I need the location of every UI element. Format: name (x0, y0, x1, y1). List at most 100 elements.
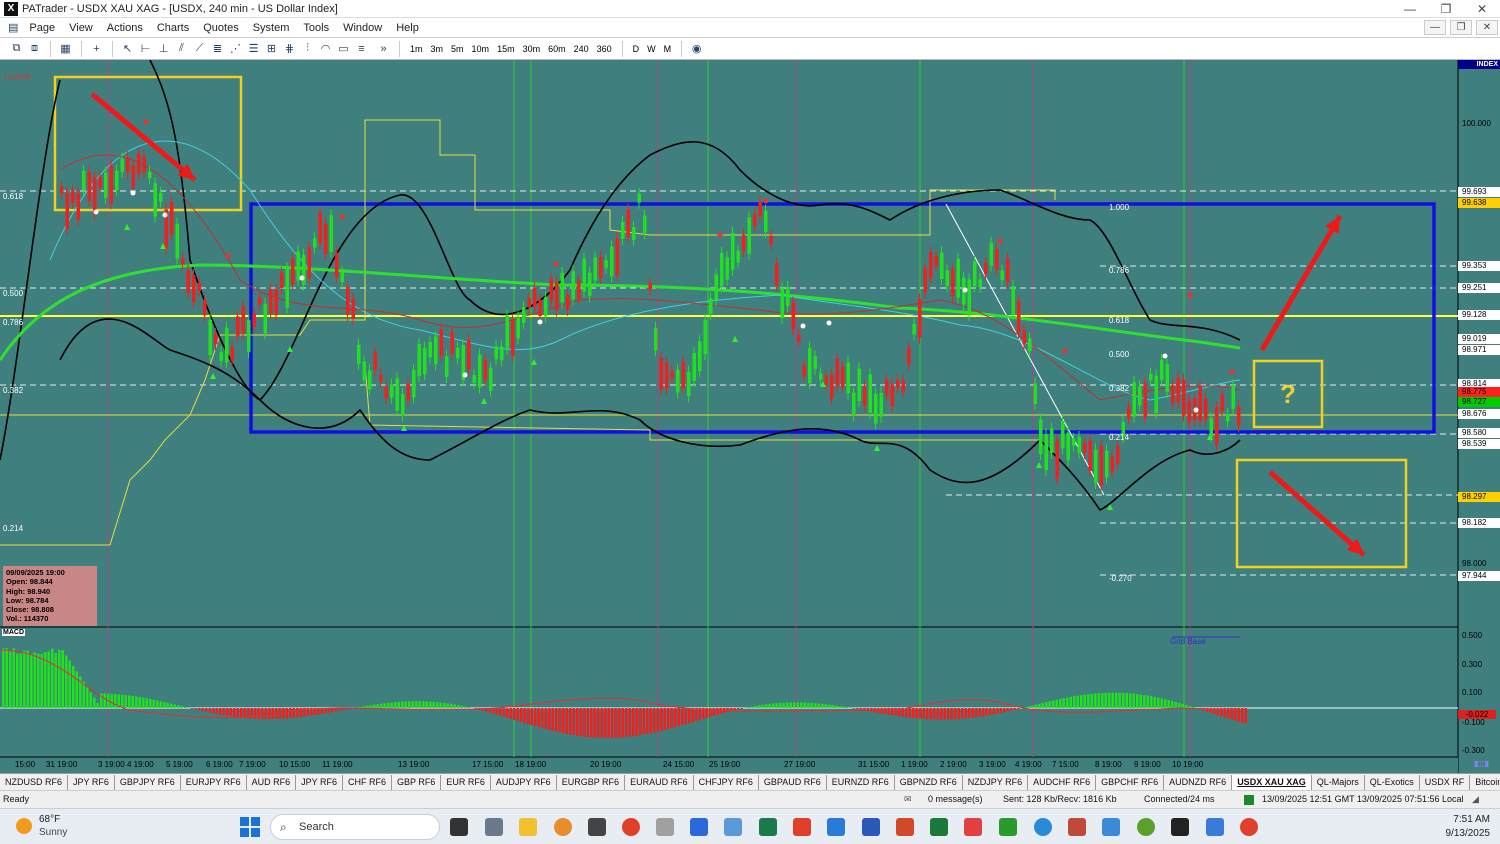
symbol-tab[interactable]: QL-Exotics (1365, 774, 1420, 790)
snipping-tool-icon[interactable] (656, 818, 674, 836)
file-explorer-icon[interactable] (519, 818, 537, 836)
symbol-tab[interactable]: USDX XAU XAG (1232, 774, 1312, 790)
fib-levels-icon[interactable]: ☰ (245, 41, 262, 57)
crosshair-icon[interactable]: + (88, 41, 105, 57)
grid-icon[interactable]: ⋕ (281, 41, 298, 57)
task-view-icon[interactable] (450, 818, 468, 836)
symbol-tab[interactable]: JPY RF6 (296, 774, 343, 790)
symbol-tab[interactable]: NZDJPY RF6 (963, 774, 1029, 790)
app-icon-s-red[interactable] (793, 818, 811, 836)
app-icon-orange[interactable] (554, 818, 572, 836)
symbol-tab[interactable]: EURGBP RF6 (557, 774, 626, 790)
symbol-tab[interactable]: USDX RF (1420, 774, 1471, 790)
rectangle-icon[interactable]: ▭ (335, 41, 352, 57)
symbol-tab[interactable]: Bitcoin (1470, 775, 1500, 790)
chrome-icon-2[interactable] (1240, 818, 1258, 836)
symbol-tab[interactable]: NZDUSD RF6 (0, 774, 69, 790)
app-icon-grid[interactable] (1102, 818, 1120, 836)
tf-15m[interactable]: 15m (493, 41, 519, 57)
close-button[interactable]: ✕ (1464, 0, 1500, 18)
notepad-icon[interactable] (690, 818, 708, 836)
fib-fan-icon[interactable]: ⋰ (227, 41, 244, 57)
price-chart[interactable]: INDEX Locked 99.693 99.638 99.353 99.251 99.… (0, 60, 1500, 773)
vertical-line-icon[interactable]: ⊥ (155, 41, 172, 57)
scroll-arrows-icon[interactable]: ◧◨ (1474, 759, 1498, 769)
tf-10m[interactable]: 10m (468, 41, 494, 57)
mdi-close-button[interactable]: ✕ (1476, 20, 1498, 35)
menu-window[interactable]: Window (336, 18, 389, 38)
app-icon-dark[interactable] (588, 818, 606, 836)
tf-5m[interactable]: 5m (447, 41, 468, 57)
menu-quotes[interactable]: Quotes (196, 18, 245, 38)
symbol-tab[interactable]: AUD RF6 (247, 774, 297, 790)
app-icon-c-red[interactable] (964, 818, 982, 836)
menu-charts[interactable]: Charts (150, 18, 196, 38)
symbol-tab[interactable]: GBPJPY RF6 (115, 774, 181, 790)
symbol-tab[interactable]: CHF RF6 (343, 774, 392, 790)
app-icon-chart[interactable] (1206, 818, 1224, 836)
template-icon[interactable]: ⧈ (26, 41, 43, 57)
chrome-icon[interactable] (622, 818, 640, 836)
tf-3m[interactable]: 3m (427, 41, 448, 57)
text-icon[interactable]: ≡ (353, 41, 370, 57)
symbol-tab[interactable]: GBPAUD RF6 (759, 774, 827, 790)
symbol-tab[interactable]: AUDJPY RF6 (491, 774, 557, 790)
word-icon[interactable] (862, 818, 880, 836)
menu-system[interactable]: System (246, 18, 297, 38)
trading-app-icon[interactable] (759, 818, 777, 836)
channel-icon[interactable]: ⫽ (173, 41, 190, 57)
symbol-tab[interactable]: CHFJPY RF6 (694, 774, 759, 790)
horizontal-line-icon[interactable]: ⊢ (137, 41, 154, 57)
tf-30m[interactable]: 30m (519, 41, 545, 57)
app-icon-briefcase[interactable] (1068, 818, 1086, 836)
weather-sun-icon[interactable] (16, 818, 32, 834)
layout-icon[interactable]: ⧉ (8, 41, 25, 57)
minimize-button[interactable]: — (1392, 0, 1428, 18)
taskbar-search[interactable]: ⌕ Search (270, 814, 440, 840)
app-icon-smr[interactable] (1171, 818, 1189, 836)
symbol-tab[interactable]: EURNZD RF6 (827, 774, 895, 790)
tf-daily[interactable]: D (629, 41, 644, 57)
trendline-icon[interactable]: ⟋ (191, 41, 208, 57)
menu-page[interactable]: Page (22, 18, 62, 38)
clock-icon[interactable]: ◉ (688, 41, 705, 57)
menu-tools[interactable]: Tools (296, 18, 336, 38)
arc-icon[interactable]: ◠ (317, 41, 334, 57)
fibonacci-icon[interactable]: ≣ (209, 41, 226, 57)
message-icon[interactable]: ✉ (904, 794, 912, 805)
symbol-tab[interactable]: EURJPY RF6 (181, 774, 247, 790)
menu-view[interactable]: View (62, 18, 100, 38)
symbol-tab[interactable]: AUDNZD RF6 (1164, 774, 1233, 790)
app-icon-s-blue[interactable] (827, 818, 845, 836)
symbol-tab[interactable]: JPY RF6 (68, 774, 115, 790)
tf-weekly[interactable]: W (643, 41, 660, 57)
cursor-icon[interactable]: ↖ (119, 41, 136, 57)
bar-chart-icon[interactable]: ▦ (57, 41, 74, 57)
symbol-tab[interactable]: GBPNZD RF6 (895, 774, 963, 790)
symbol-tab[interactable]: GBP RF6 (392, 774, 442, 790)
menu-actions[interactable]: Actions (100, 18, 150, 38)
more-tools-button[interactable]: » (375, 41, 392, 57)
photos-icon[interactable] (724, 818, 742, 836)
start-windows-icon[interactable] (240, 817, 260, 837)
powerpoint-icon[interactable] (896, 818, 914, 836)
excel-icon[interactable] (930, 818, 948, 836)
menu-help[interactable]: Help (389, 18, 426, 38)
app-icon-w-green[interactable] (1137, 818, 1155, 836)
gann-icon[interactable]: ⊞ (263, 41, 280, 57)
maximize-button[interactable]: ❐ (1428, 0, 1464, 18)
app-icon-c-green[interactable] (999, 818, 1017, 836)
pitchfork-icon[interactable]: ⫶ (299, 41, 316, 57)
chart-icon[interactable]: ▤ (0, 18, 22, 38)
mdi-restore-button[interactable]: ❐ (1450, 20, 1472, 35)
tf-monthly[interactable]: M (660, 41, 676, 57)
tf-240[interactable]: 240 (570, 41, 593, 57)
symbol-tab[interactable]: EUR RF6 (441, 774, 491, 790)
tf-1m[interactable]: 1m (406, 41, 427, 57)
tf-360[interactable]: 360 (593, 41, 616, 57)
symbol-tab[interactable]: AUDCHF RF6 (1028, 774, 1097, 790)
telegram-icon[interactable] (1034, 818, 1052, 836)
symbol-tab[interactable]: GBPCHF RF6 (1096, 774, 1165, 790)
calculator-icon[interactable] (485, 818, 503, 836)
mdi-minimize-button[interactable]: — (1424, 20, 1446, 35)
